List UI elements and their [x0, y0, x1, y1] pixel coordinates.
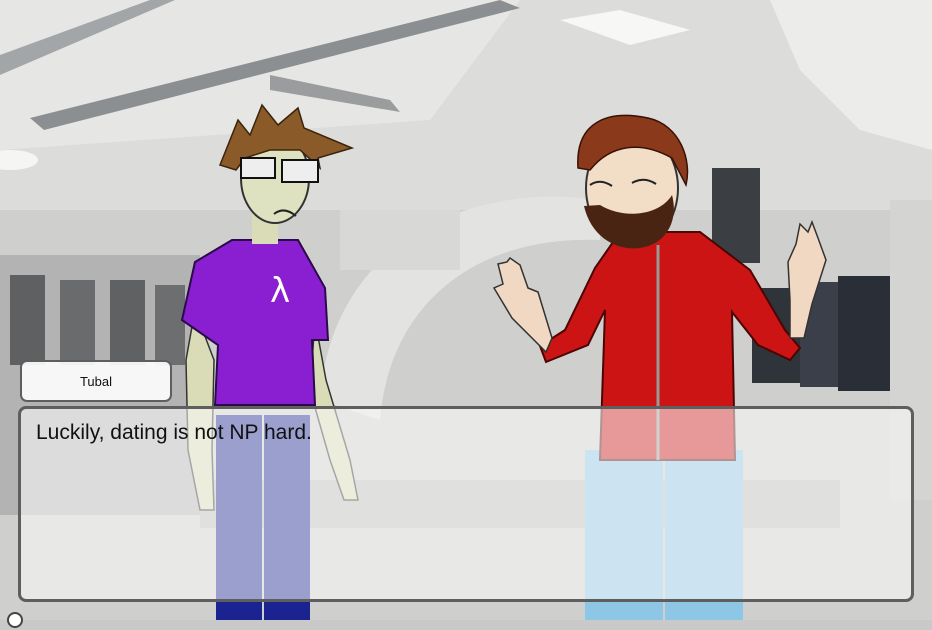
dialogue-text: Luckily, dating is not NP hard.	[36, 421, 312, 444]
tubal-shirt-symbol: λ	[270, 271, 290, 311]
dialogue-box[interactable]: Luckily, dating is not NP hard.	[18, 406, 914, 602]
cabinet-door	[60, 280, 95, 365]
cabinet-door	[10, 275, 45, 365]
speaker-name-box: Tubal	[20, 360, 172, 402]
speaker-name: Tubal	[79, 373, 113, 389]
cabinet-door	[110, 280, 145, 365]
c-arm-base	[340, 210, 460, 270]
monitor	[838, 276, 894, 391]
tubal-glasses-left	[240, 157, 276, 179]
tubal-glasses-right	[281, 159, 319, 183]
cabinet-door	[155, 285, 185, 365]
menu-icon[interactable]	[4, 610, 30, 630]
